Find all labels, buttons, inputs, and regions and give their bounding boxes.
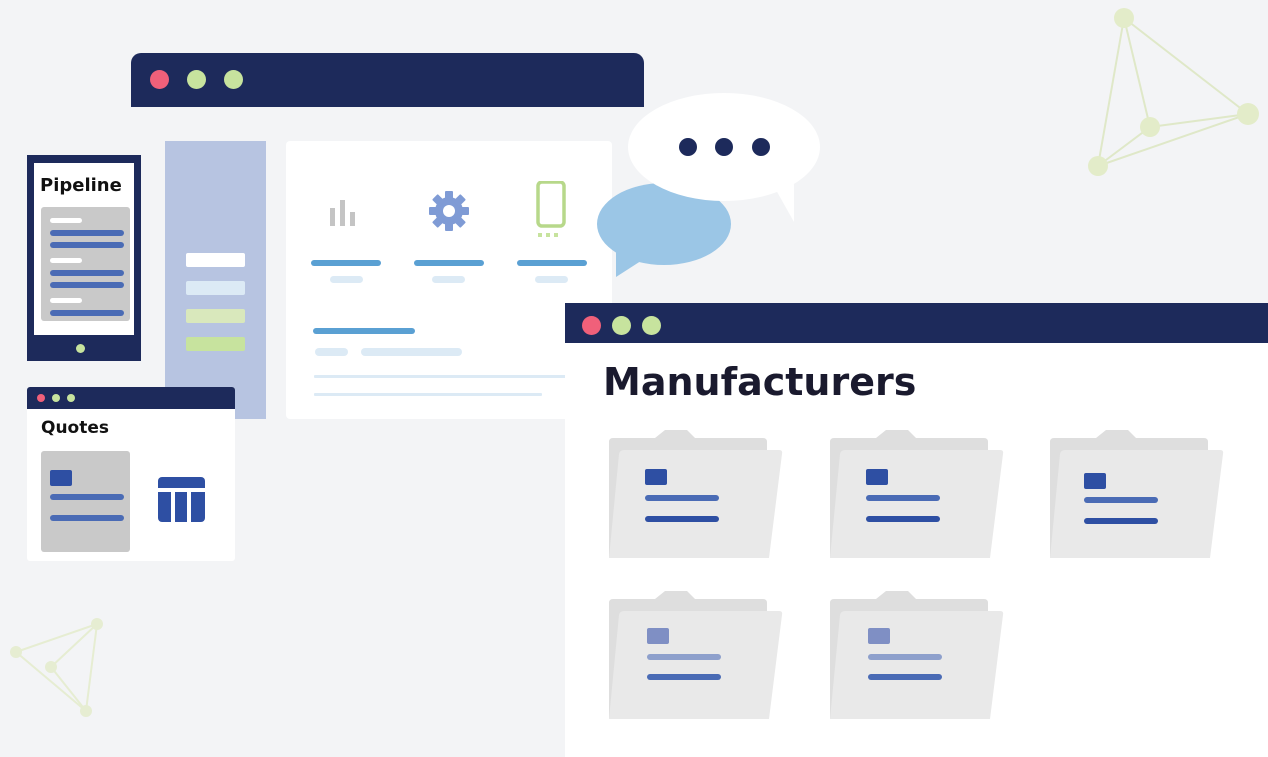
pipeline-list <box>41 207 130 321</box>
manufacturers-titlebar <box>565 303 1268 343</box>
content-rule <box>314 375 574 378</box>
illustration: Pipeline Quotes Manufacturers <box>0 0 1268 757</box>
ellipsis-icon <box>679 138 697 156</box>
bar-chart-icon <box>330 200 355 226</box>
sidebar <box>165 141 266 419</box>
quotes-label: Quotes <box>41 418 110 438</box>
maximize-dot <box>224 70 243 89</box>
folder-icon[interactable] <box>828 428 1008 562</box>
dashboard-panel <box>286 141 612 419</box>
sidebar-item <box>186 281 245 295</box>
folder-icon[interactable] <box>828 589 1008 723</box>
content-tag <box>361 348 462 356</box>
metric-line <box>517 260 587 266</box>
sidebar-item <box>186 337 245 351</box>
quotes-titlebar <box>27 387 235 409</box>
folder-icon[interactable] <box>607 428 787 562</box>
minimize-dot <box>612 316 631 335</box>
content-tag <box>315 348 348 356</box>
maximize-dot <box>642 316 661 335</box>
pipeline-screen: Pipeline <box>34 163 134 335</box>
content-heading-line <box>313 328 415 334</box>
main-window-titlebar <box>131 53 644 107</box>
home-button <box>76 344 85 353</box>
table-icon <box>158 477 205 522</box>
metric-line <box>311 260 381 266</box>
gear-icon <box>429 191 469 231</box>
pipeline-device: Pipeline <box>27 155 141 361</box>
pipeline-label: Pipeline <box>40 175 122 196</box>
quotes-window: Quotes <box>27 387 235 561</box>
manufacturers-title: Manufacturers <box>603 360 917 404</box>
metric-sub <box>535 276 568 283</box>
close-dot <box>582 316 601 335</box>
network-decoration-top <box>1088 8 1259 176</box>
phone-icon <box>536 181 566 237</box>
close-dot <box>150 70 169 89</box>
minimize-dot <box>187 70 206 89</box>
metric-sub <box>432 276 465 283</box>
folder-icon[interactable] <box>607 589 787 723</box>
quote-card <box>41 451 130 552</box>
sidebar-item <box>186 253 245 267</box>
metric-sub <box>330 276 363 283</box>
chat-bubble-white <box>628 93 820 222</box>
metric-line <box>414 260 484 266</box>
sidebar-item <box>186 309 245 323</box>
folder-icon[interactable] <box>1048 428 1228 562</box>
network-decoration-bottom <box>10 618 103 717</box>
content-rule <box>314 393 542 396</box>
